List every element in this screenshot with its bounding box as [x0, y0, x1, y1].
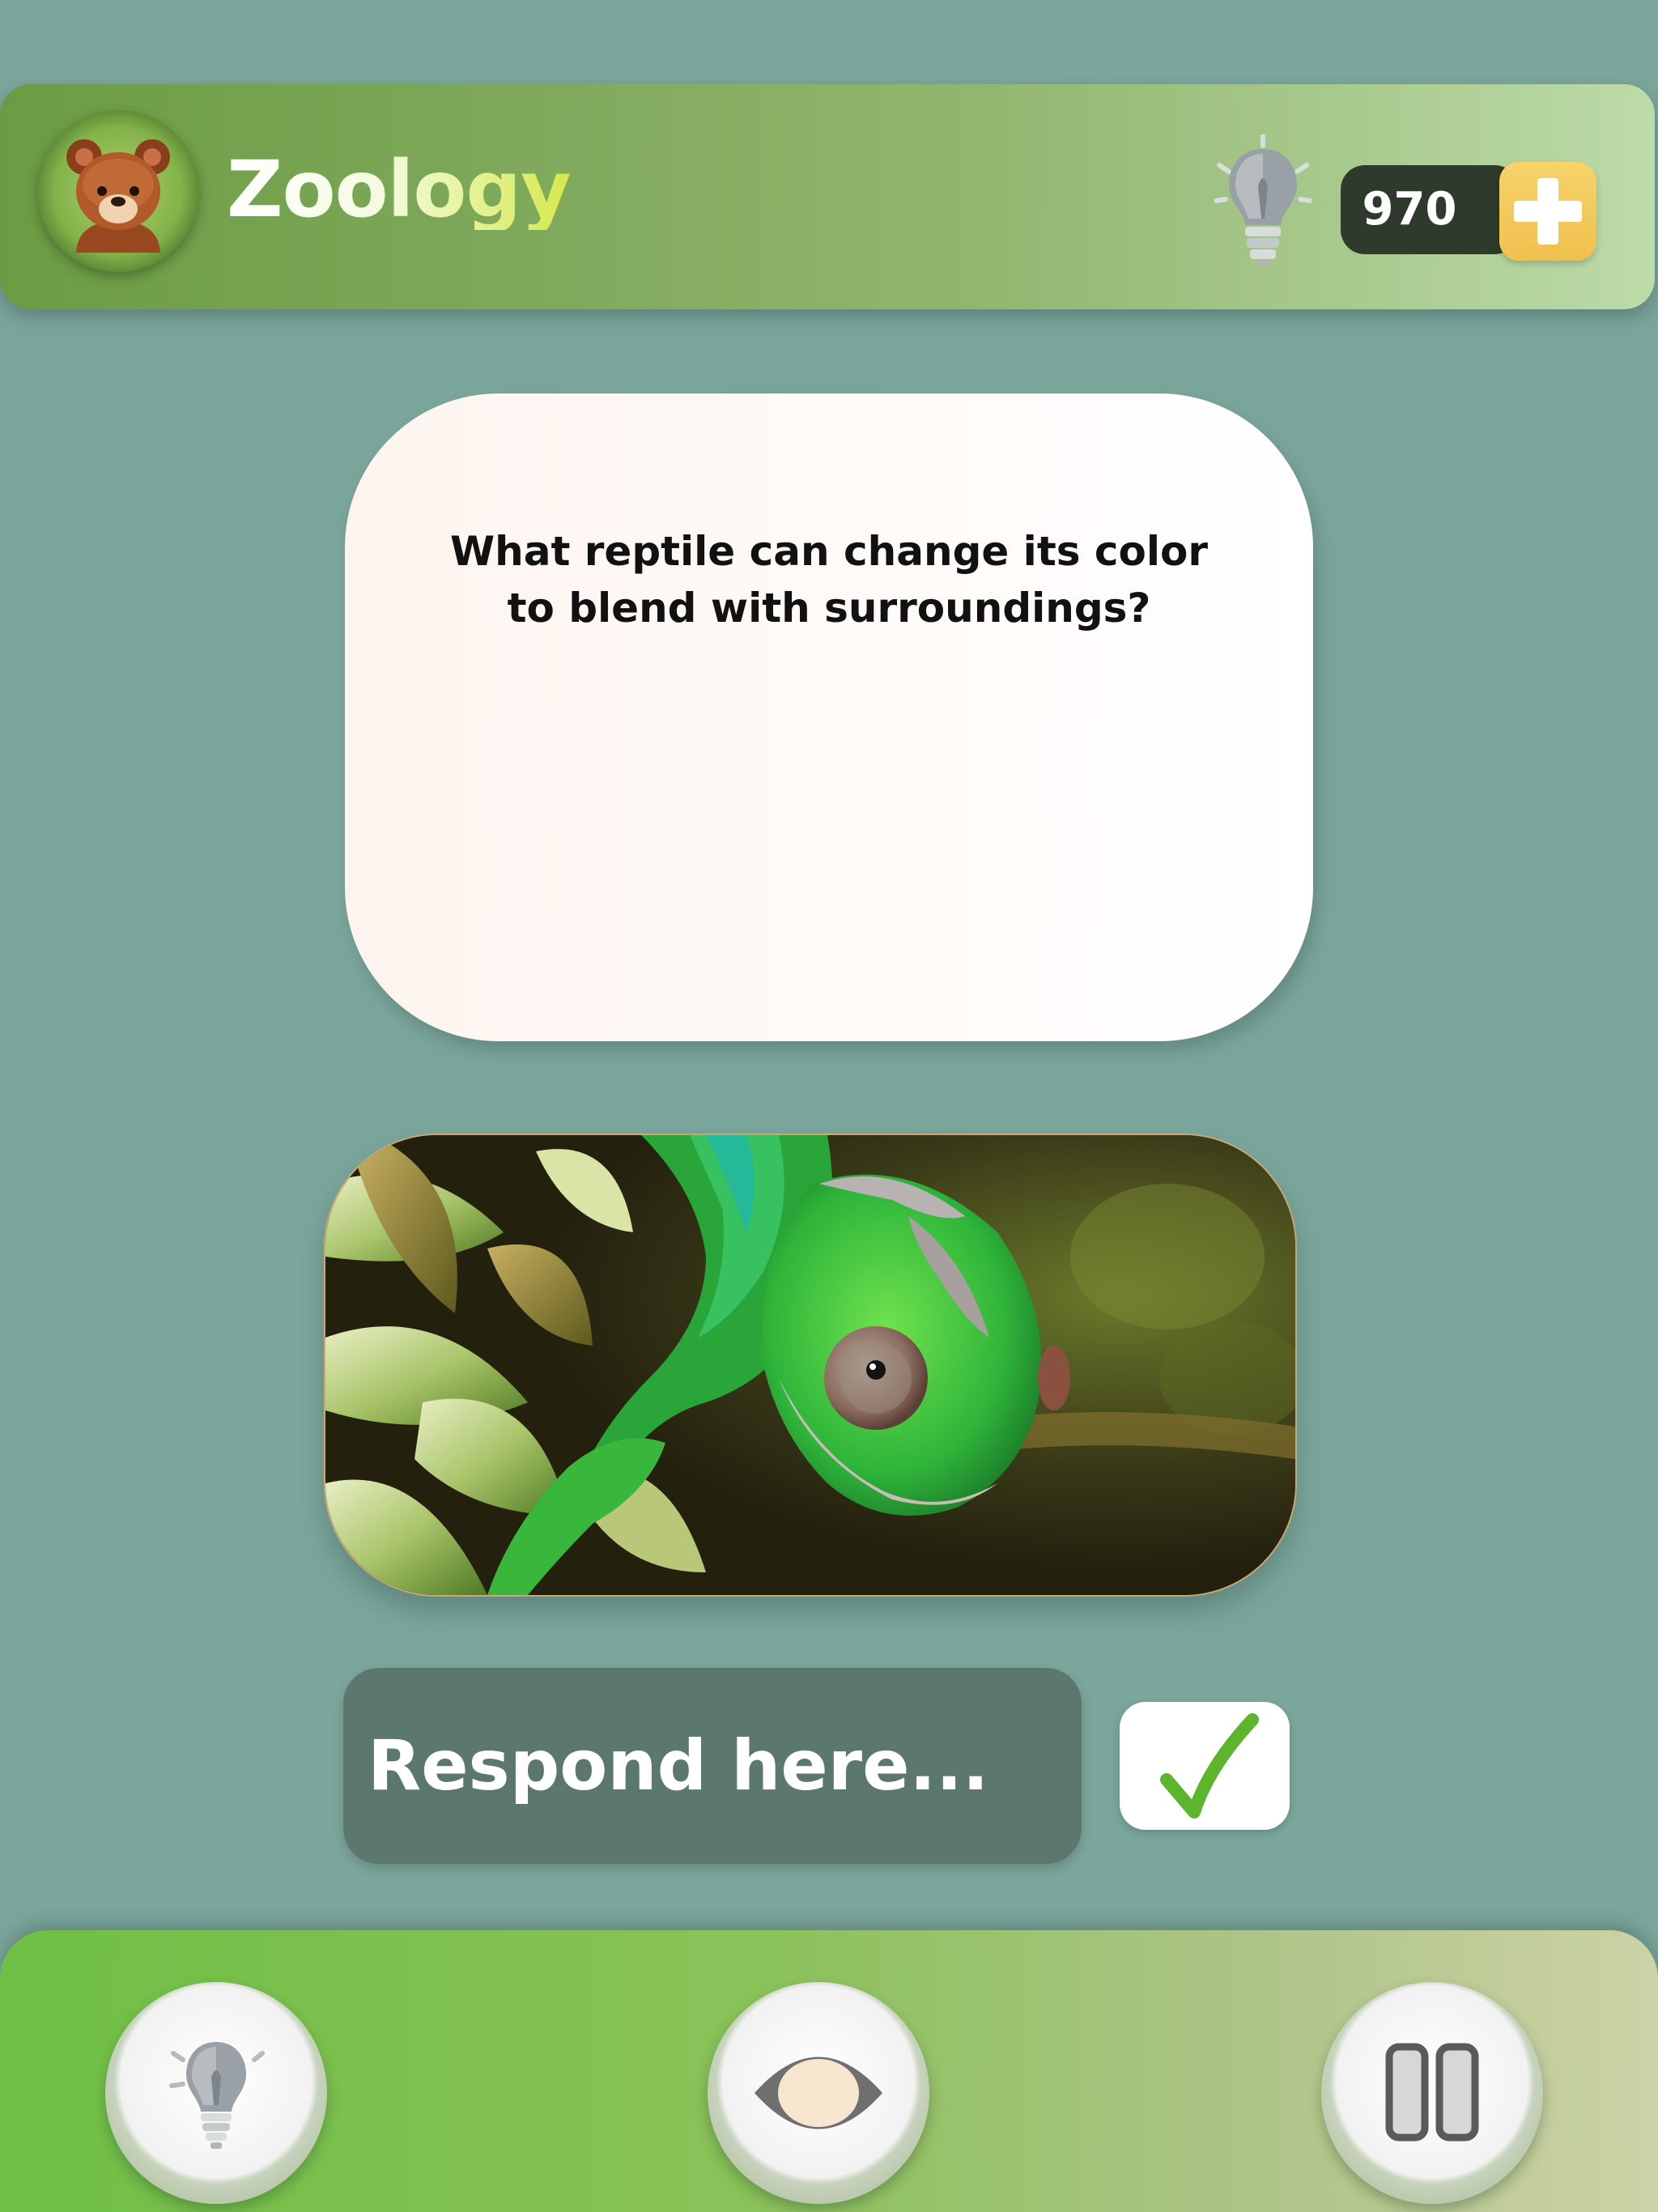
add-coins-button[interactable]: [1499, 162, 1596, 261]
question-text: What reptile can change its color to ble…: [449, 528, 1209, 632]
lightbulb-icon[interactable]: [1214, 134, 1312, 272]
bear-face-icon: [66, 139, 170, 253]
lightbulb-icon: [169, 2042, 265, 2149]
answer-input[interactable]: [343, 1668, 1082, 1864]
submit-answer-button[interactable]: [1120, 1702, 1290, 1830]
coins-value: 970: [1362, 183, 1457, 236]
checkmark-icon: [1160, 1713, 1259, 1819]
coins-counter: 970: [1341, 165, 1519, 254]
question-card: What reptile can change its color to ble…: [345, 393, 1313, 1041]
eye-icon: [755, 2057, 882, 2129]
pause-icon: [1385, 2043, 1479, 2142]
top-header: Zoology 970: [0, 84, 1655, 309]
reveal-button[interactable]: [708, 1982, 929, 2204]
category-avatar[interactable]: [37, 110, 199, 272]
hint-button[interactable]: [105, 1982, 327, 2204]
question-picture: [324, 1134, 1297, 1597]
pause-button[interactable]: [1321, 1982, 1543, 2204]
app-title: Zoology: [227, 144, 572, 235]
chameleon-photo: [325, 1135, 1295, 1595]
bottom-bar: [0, 1930, 1658, 2212]
